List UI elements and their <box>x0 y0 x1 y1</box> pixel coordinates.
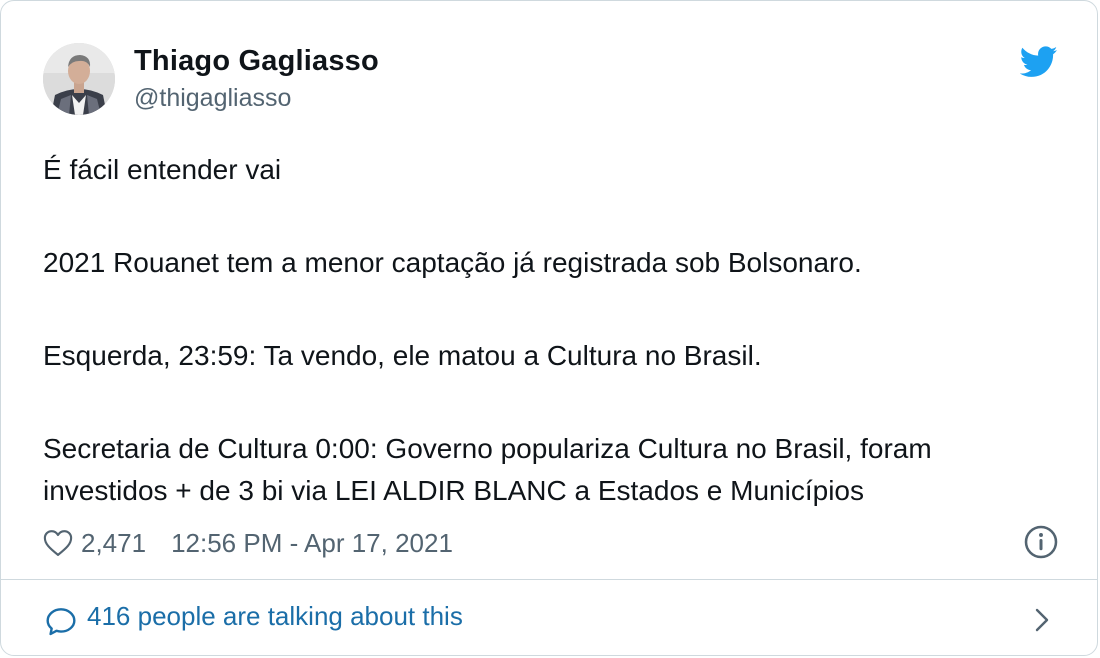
conversation-label: 416 people are talking about this <box>87 601 463 631</box>
tweet-line: 2021 Rouanet tem a menor captação já reg… <box>43 247 862 278</box>
tweet-embed-card: Thiago Gagliasso @thigagliasso É fácil e… <box>0 0 1098 656</box>
tweet-paragraph: 2021 Rouanet tem a menor captação já reg… <box>43 242 1053 284</box>
tweet-timestamp[interactable]: 12:56 PM - Apr 17, 2021 <box>171 528 453 559</box>
chevron-right-icon <box>1035 608 1049 632</box>
twitter-bird-icon[interactable] <box>1019 45 1058 79</box>
tweet-line: investidos + de 3 bi via LEI ALDIR BLANC… <box>43 475 864 506</box>
like-button[interactable]: 2,471 <box>43 528 146 559</box>
tweet-meta: 2,471 12:56 PM - Apr 17, 2021 <box>43 523 453 563</box>
tweet-text: É fácil entender vai 2021 Rouanet tem a … <box>43 149 1053 512</box>
heart-icon <box>43 530 73 556</box>
tweet-line: Secretaria de Cultura 0:00: Governo popu… <box>43 433 932 464</box>
conversation-link[interactable]: 416 people are talking about this <box>1 580 1097 655</box>
user-avatar-icon <box>43 43 115 115</box>
tweet-paragraph: Esquerda, 23:59: Ta vendo, ele matou a C… <box>43 335 1053 377</box>
like-count: 2,471 <box>81 527 147 558</box>
speech-bubble-icon <box>46 608 76 636</box>
tweet-paragraph: Secretaria de Cultura 0:00: Governo popu… <box>43 428 1053 512</box>
tweet-paragraph: É fácil entender vai <box>43 149 1053 191</box>
author-handle[interactable]: @thigagliasso <box>134 84 291 113</box>
tweet-line: É fácil entender vai <box>43 154 282 185</box>
author-display-name[interactable]: Thiago Gagliasso <box>134 45 379 78</box>
author-avatar[interactable] <box>43 43 115 115</box>
info-icon[interactable] <box>1023 524 1059 560</box>
tweet-line: Esquerda, 23:59: Ta vendo, ele matou a C… <box>43 340 762 371</box>
